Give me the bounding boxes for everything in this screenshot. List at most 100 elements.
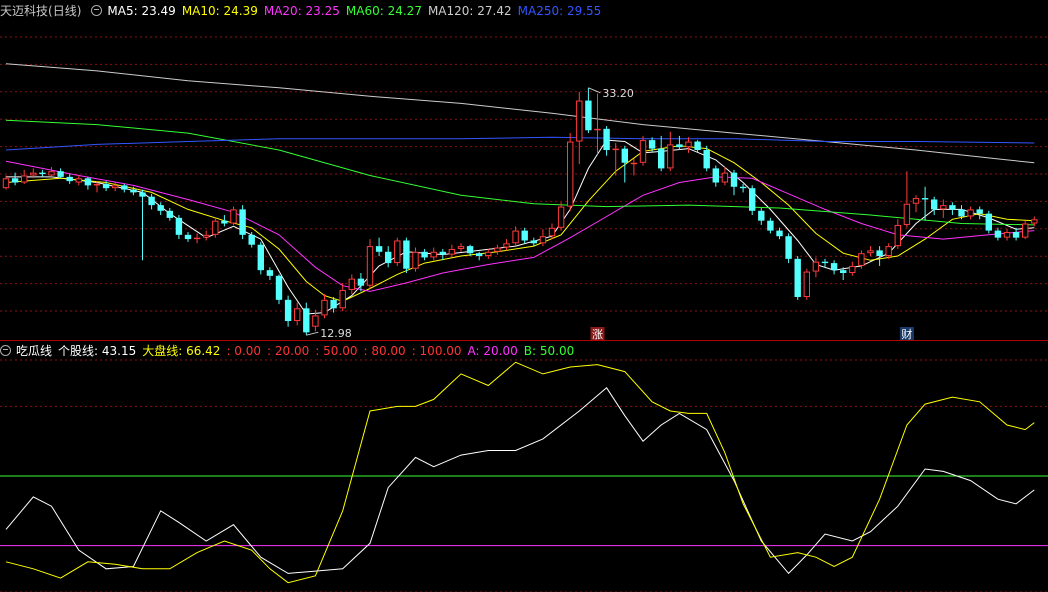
candle-up <box>1022 223 1029 238</box>
candle-down <box>821 261 829 264</box>
settings-circle-icon[interactable] <box>0 345 11 356</box>
indicator-name: 吃瓜线 <box>16 344 53 358</box>
candle-down <box>303 308 310 333</box>
indicator-legend-item-2: : 0.00 <box>226 344 262 358</box>
ma-line-ma5 <box>6 139 1035 315</box>
candle-up <box>639 140 647 163</box>
candle-down <box>703 150 710 169</box>
candle-up <box>339 289 346 309</box>
candle-up <box>548 227 556 237</box>
candle-down <box>931 199 938 210</box>
candle-up <box>539 236 547 244</box>
ma-legend-item-4: MA120: 27.42 <box>427 4 512 18</box>
candle-down <box>130 189 137 193</box>
candle-down <box>39 172 46 175</box>
candle-down <box>466 246 474 254</box>
candle-up <box>630 162 638 165</box>
candle-up <box>394 240 401 264</box>
candle-down <box>976 209 983 214</box>
ma-legend-items: MA5: 23.49 MA10: 24.39 MA20: 23.25 MA60: 24… <box>107 4 607 18</box>
candle-up <box>294 308 301 322</box>
candle-down <box>1012 232 1020 238</box>
candle-down <box>958 209 965 217</box>
candle-up <box>75 178 82 183</box>
candle-up <box>112 185 119 189</box>
candle-down <box>921 198 929 200</box>
ma-legend-item-0: MA5: 23.49 <box>107 4 176 18</box>
stock-name: 天迈科技 <box>0 4 49 18</box>
candle-up <box>503 243 510 248</box>
candle-down <box>248 234 255 245</box>
ma-line-ma10 <box>5 145 1035 302</box>
period-label: (日线) <box>48 4 82 18</box>
candle-up <box>448 248 456 255</box>
candle-down <box>157 205 164 211</box>
candle-up <box>594 128 601 131</box>
candle-up <box>485 251 492 257</box>
candle-up <box>321 299 328 316</box>
candle-down <box>102 183 110 189</box>
ma-line-ma20 <box>5 160 1035 292</box>
ma-line-ma120 <box>5 63 1035 164</box>
candle-up <box>667 144 674 169</box>
candle-down <box>585 100 592 131</box>
zhang-marker: 涨 <box>592 328 603 341</box>
candle-up <box>557 206 565 228</box>
candle-down <box>676 144 683 148</box>
candle-down <box>712 168 719 183</box>
candle-down <box>648 140 656 149</box>
candle-up <box>885 246 892 257</box>
candle-up <box>512 230 519 244</box>
candle-down <box>521 230 528 241</box>
candle-down <box>658 148 665 169</box>
candle-up <box>967 209 974 217</box>
candle-down <box>776 230 783 237</box>
candle-up <box>312 315 319 327</box>
indicator-legend-item-1: 大盘线: 66.42 <box>142 344 221 358</box>
indicator-legend: 吃瓜线 个股线: 43.15 大盘线: 66.42: 0.00: 20.00: 50… <box>0 342 586 360</box>
candle-down <box>621 148 628 163</box>
candle-up <box>48 171 55 176</box>
candle-down <box>830 263 838 271</box>
candle-up <box>494 247 501 252</box>
candle-down <box>275 275 283 300</box>
candle-up <box>685 141 692 148</box>
candle-down <box>694 141 701 151</box>
candle-up <box>193 237 201 240</box>
candle-down <box>840 270 847 273</box>
candle-down <box>985 213 992 231</box>
candle-up <box>412 251 419 269</box>
candle-down <box>284 299 292 322</box>
ma-legend-item-2: MA20: 23.25 <box>263 4 340 18</box>
candle-up <box>1003 232 1011 238</box>
candle-up <box>849 265 856 273</box>
ma-legend-item-5: MA250: 29.55 <box>517 4 602 18</box>
candle-down <box>84 178 92 186</box>
candle-up <box>867 250 874 254</box>
settings-circle-icon[interactable] <box>91 5 103 16</box>
candle-down <box>739 186 747 189</box>
candle-up <box>812 261 820 272</box>
candle-up <box>903 203 911 225</box>
candle-up <box>212 220 219 235</box>
candle-down <box>184 234 192 240</box>
candle-down <box>949 205 956 210</box>
candle-down <box>749 188 756 211</box>
candle-down <box>603 128 610 151</box>
candle-up <box>912 198 920 204</box>
indicator-legend-item-3: : 20.00 <box>267 344 310 358</box>
candle-down <box>785 236 792 259</box>
candle-up <box>21 175 28 183</box>
candle-down <box>994 230 1002 238</box>
candle-up <box>721 172 729 183</box>
candle-down <box>266 270 274 276</box>
candle-up <box>348 278 356 290</box>
candle-up <box>576 100 583 142</box>
candle-down <box>439 251 446 255</box>
candle-up <box>30 172 37 176</box>
indicator-legend-item-8: B: 50.00 <box>523 344 575 358</box>
high-price-label: 33.20 <box>602 87 634 100</box>
ma-line-ma250 <box>5 136 1035 151</box>
candle-down <box>330 299 337 309</box>
candle-up <box>894 224 901 247</box>
